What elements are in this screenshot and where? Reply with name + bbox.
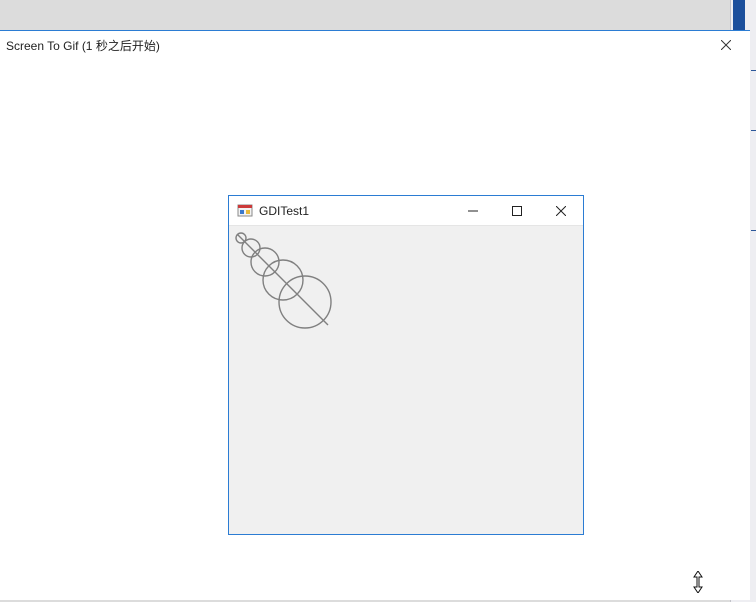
resize-ns-icon bbox=[692, 571, 704, 593]
background-ide-thumb bbox=[733, 0, 745, 30]
inner-window-title: GDITest1 bbox=[259, 204, 309, 218]
maximize-button[interactable] bbox=[495, 196, 539, 226]
background-tick bbox=[751, 70, 756, 71]
resize-ns-cursor bbox=[690, 571, 706, 593]
gdi-drawing bbox=[229, 226, 583, 534]
outer-close-button[interactable] bbox=[706, 33, 746, 57]
minimize-icon bbox=[468, 206, 478, 216]
outer-window-title: Screen To Gif (1 秒之后开始) bbox=[6, 37, 160, 54]
outer-client-area: GDITest1 bbox=[0, 59, 750, 600]
outer-titlebar[interactable]: Screen To Gif (1 秒之后开始) bbox=[0, 31, 750, 59]
minimize-button[interactable] bbox=[451, 196, 495, 226]
system-buttons bbox=[451, 196, 583, 226]
screen-to-gif-window: Screen To Gif (1 秒之后开始) GDITest1 bbox=[0, 30, 750, 600]
winforms-icon bbox=[237, 203, 253, 219]
close-icon bbox=[721, 40, 731, 50]
inner-titlebar[interactable]: GDITest1 bbox=[229, 196, 583, 226]
close-icon bbox=[556, 206, 566, 216]
maximize-icon bbox=[512, 206, 522, 216]
gditest1-window: GDITest1 bbox=[228, 195, 584, 535]
background-tick bbox=[751, 130, 756, 131]
background-tick bbox=[751, 230, 756, 231]
inner-client-area bbox=[229, 226, 583, 534]
inner-close-button[interactable] bbox=[539, 196, 583, 226]
